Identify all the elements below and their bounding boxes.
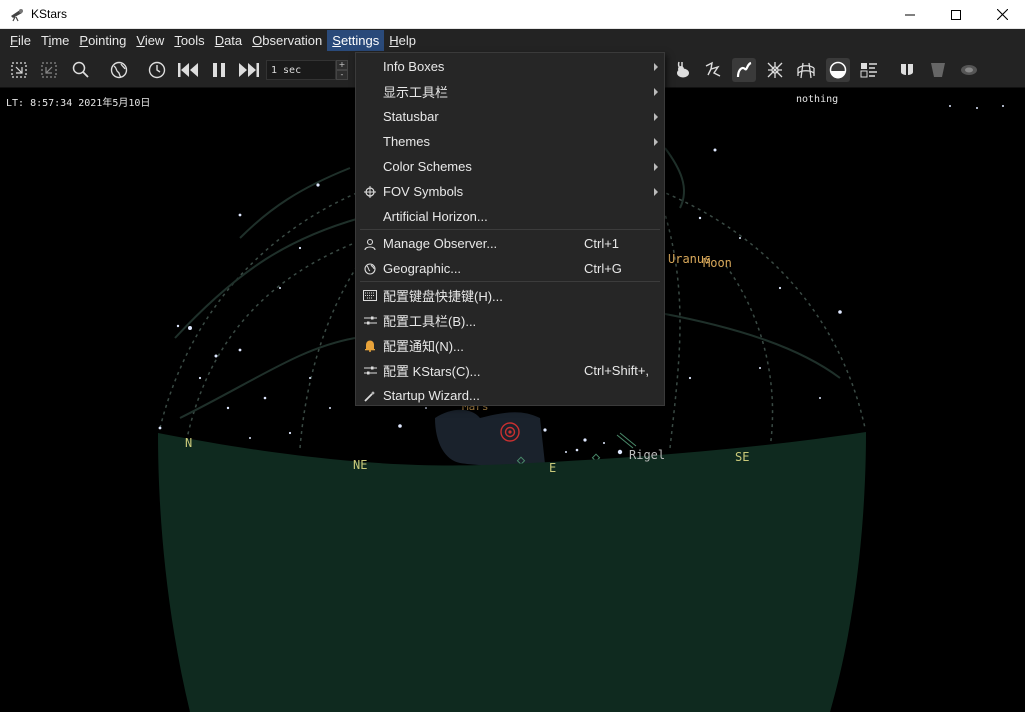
show-hips-button[interactable] <box>857 58 881 82</box>
list-icon <box>860 63 877 78</box>
pause-clock-button[interactable] <box>207 58 231 82</box>
network-icon <box>767 62 783 78</box>
minimize-icon <box>905 14 915 15</box>
menu-item-show-toolbars[interactable]: 显示工具栏 <box>356 79 664 104</box>
menu-data[interactable]: Data <box>210 30 247 51</box>
menu-separator <box>360 281 660 282</box>
menu-item-manage-observer[interactable]: Manage Observer... Ctrl+1 <box>356 231 664 256</box>
globe-icon <box>362 261 378 277</box>
keyboard-icon <box>362 288 378 304</box>
time-step-field[interactable]: 1 sec <box>266 60 336 80</box>
menu-file[interactable]: File <box>5 30 36 51</box>
skip-forward-icon <box>239 63 259 77</box>
compass-east-label: E <box>549 461 557 475</box>
globe-icon <box>110 61 128 79</box>
moon-label[interactable]: Moon <box>703 256 732 270</box>
horizon-icon <box>829 61 847 79</box>
compass-north-label: N <box>185 436 193 450</box>
menu-help[interactable]: Help <box>384 30 421 51</box>
menu-time[interactable]: Time <box>36 30 74 51</box>
zoom-to-selection-button[interactable] <box>7 58 31 82</box>
menu-tools[interactable]: Tools <box>169 30 209 51</box>
curve-icon <box>736 61 752 78</box>
submenu-arrow-icon <box>654 62 658 71</box>
menu-observation[interactable]: Observation <box>247 30 327 51</box>
show-constellation-art-button[interactable] <box>701 58 725 82</box>
menu-bar: File Time Pointing View Tools Data Obser… <box>0 29 1025 52</box>
show-flags-button[interactable] <box>895 58 919 82</box>
spin-up-button[interactable]: + <box>336 60 348 70</box>
submenu-arrow-icon <box>654 162 658 171</box>
rabbit-icon <box>677 61 689 78</box>
clock-icon <box>148 61 166 79</box>
wand-icon <box>362 388 378 404</box>
cup-icon <box>931 63 945 77</box>
show-constellation-lines-button[interactable] <box>732 58 756 82</box>
menu-item-color-schemes[interactable]: Color Schemes <box>356 154 664 179</box>
skip-backward-icon <box>178 63 198 77</box>
show-supernovae-button[interactable] <box>957 58 981 82</box>
show-solar-system-button[interactable] <box>671 58 695 82</box>
menu-item-configure-notifications[interactable]: 配置通知(N)... <box>356 333 664 358</box>
show-satellites-button[interactable] <box>926 58 950 82</box>
user-icon <box>362 236 378 252</box>
title-bar: KStars <box>0 0 1025 29</box>
mask-icon <box>901 64 913 75</box>
time-backward-button[interactable] <box>176 58 200 82</box>
spin-down-button[interactable]: - <box>336 70 348 80</box>
compass-southeast-label: SE <box>735 450 750 464</box>
menu-item-themes[interactable]: Themes <box>356 129 664 154</box>
close-button[interactable] <box>979 0 1025 29</box>
window-title: KStars <box>31 7 68 21</box>
menu-item-fov-symbols[interactable]: FOV Symbols <box>356 179 664 204</box>
settings-menu: Info Boxes 显示工具栏 Statusbar Themes Color … <box>355 52 665 406</box>
menu-item-configure-toolbars[interactable]: 配置工具栏(B)... <box>356 308 664 333</box>
set-time-button[interactable] <box>145 58 169 82</box>
close-icon <box>996 9 1008 20</box>
galaxy-icon <box>961 65 977 75</box>
submenu-arrow-icon <box>654 187 658 196</box>
kstars-telescope-icon <box>11 9 23 22</box>
compass-northeast-label: NE <box>353 458 368 472</box>
sliders-icon <box>362 313 378 329</box>
time-step-spinner[interactable]: + - <box>336 60 348 80</box>
search-icon <box>72 61 89 78</box>
time-infobox[interactable]: LT: 8:57:34 2021年5月10日 <box>6 94 150 109</box>
maximize-icon <box>951 9 961 20</box>
bell-icon <box>362 338 378 354</box>
menu-item-artificial-horizon[interactable]: Artificial Horizon... <box>356 204 664 229</box>
submenu-arrow-icon <box>654 137 658 146</box>
menu-item-startup-wizard[interactable]: Startup Wizard... <box>356 383 664 408</box>
find-object-button[interactable] <box>69 58 93 82</box>
menu-item-configure-kstars[interactable]: 配置 KStars(C)... Ctrl+Shift+, <box>356 358 664 383</box>
geographic-button[interactable] <box>107 58 131 82</box>
time-forward-button[interactable] <box>237 58 261 82</box>
menu-pointing[interactable]: Pointing <box>74 30 131 51</box>
menu-item-geographic[interactable]: Geographic... Ctrl+G <box>356 256 664 281</box>
menu-settings[interactable]: Settings <box>327 30 385 51</box>
select-region-icon <box>11 62 27 78</box>
menu-item-statusbar[interactable]: Statusbar <box>356 104 664 129</box>
show-constellation-boundaries-button[interactable] <box>763 58 787 82</box>
sliders-icon <box>362 363 378 379</box>
minimize-button[interactable] <box>887 0 933 29</box>
submenu-arrow-icon <box>654 87 658 96</box>
constellation-art-icon <box>705 61 721 77</box>
show-ground-button[interactable] <box>826 58 850 82</box>
menu-view[interactable]: View <box>131 30 169 51</box>
focus-infobox[interactable]: nothing <box>796 94 838 105</box>
maximize-button[interactable] <box>933 0 979 29</box>
rigel-label[interactable]: Rigel <box>629 448 665 462</box>
submenu-arrow-icon <box>654 112 658 121</box>
show-coordinate-grid-button[interactable] <box>794 58 818 82</box>
crosshair-icon <box>362 184 378 200</box>
unselect-region-icon <box>41 62 57 78</box>
menu-separator <box>360 229 660 230</box>
pause-icon <box>213 63 225 77</box>
menu-item-info-boxes[interactable]: Info Boxes <box>356 54 664 79</box>
menu-item-configure-shortcuts[interactable]: 配置键盘快捷键(H)... <box>356 283 664 308</box>
grid-sphere-icon <box>797 62 815 79</box>
zoom-out-region-button[interactable] <box>37 58 61 82</box>
